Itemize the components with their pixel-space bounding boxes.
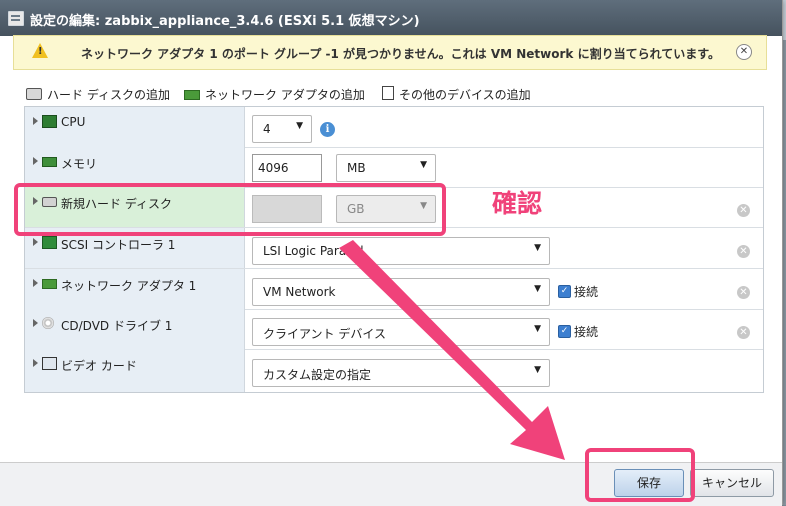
annotation-arrow xyxy=(339,240,565,460)
